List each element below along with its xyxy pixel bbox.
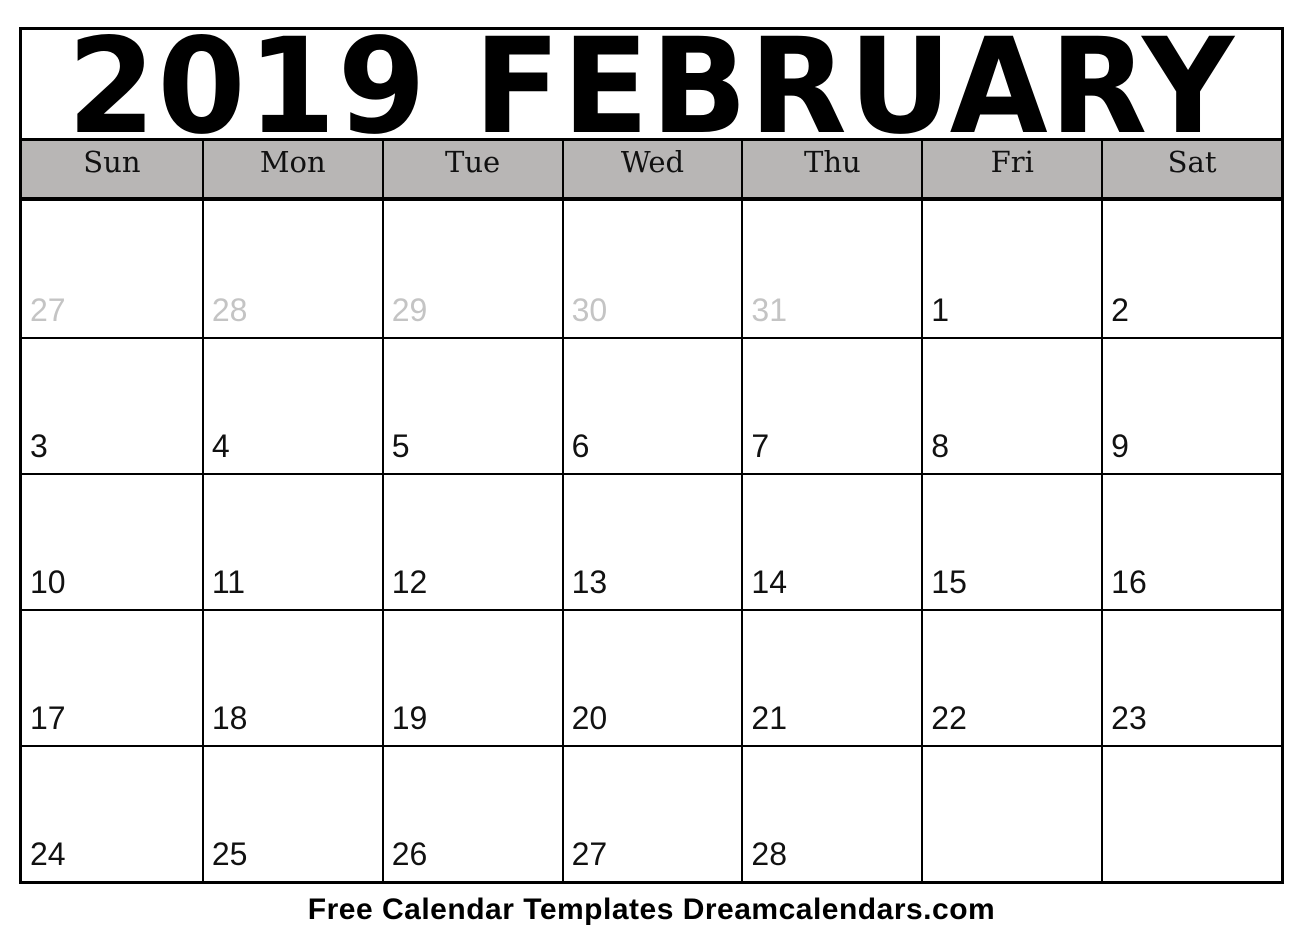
- day-cell: 19: [381, 609, 562, 745]
- day-cell: [921, 745, 1102, 881]
- day-cell: [1101, 745, 1281, 881]
- weekday-sat: Sat: [1101, 141, 1281, 197]
- day-number: 21: [751, 700, 788, 736]
- weekday-mon: Mon: [201, 141, 382, 197]
- day-number: 4: [211, 428, 230, 464]
- day-cell: 16: [1101, 473, 1281, 609]
- footer-credit: Free Calendar Templates Dreamcalendars.c…: [307, 893, 996, 926]
- day-number: 9: [1111, 428, 1129, 464]
- weekday-header: Sun Mon Tue Wed Thu Fri Sat: [22, 141, 1281, 201]
- day-number: 23: [1111, 700, 1147, 736]
- day-number: 26: [391, 836, 428, 872]
- day-number: 7: [751, 428, 770, 464]
- day-cell: 13: [561, 473, 742, 609]
- day-cell: 10: [22, 473, 202, 609]
- day-number: 27: [571, 836, 608, 872]
- day-number: 14: [751, 564, 788, 600]
- day-number: 17: [30, 700, 66, 736]
- day-cell: 18: [201, 609, 382, 745]
- day-cell: 29: [381, 201, 562, 337]
- day-number: 25: [211, 836, 248, 872]
- day-cell: 31: [741, 201, 921, 337]
- day-number: 18: [211, 700, 248, 736]
- day-cell: 21: [741, 609, 922, 745]
- day-cell: 27: [561, 745, 742, 881]
- day-cell: 11: [201, 473, 382, 609]
- day-number: 15: [931, 564, 967, 600]
- day-cell: 28: [741, 745, 922, 881]
- day-number: 8: [931, 428, 950, 464]
- weekday-fri: Fri: [921, 141, 1101, 197]
- day-cell: 2: [1101, 201, 1281, 337]
- weekday-sun: Sun: [83, 145, 141, 179]
- day-number: 22: [931, 700, 967, 736]
- day-cell: 14: [741, 473, 922, 609]
- day-cell: 1: [921, 201, 1101, 337]
- day-cell: 28: [201, 201, 382, 337]
- day-number: 19: [391, 700, 428, 736]
- calendar: 2019 FEBRUARY Sun Mon Tue Wed Thu Fri Sat 27 28…: [19, 21, 1284, 884]
- day-cell: 6: [561, 337, 742, 473]
- day-number: 16: [1111, 564, 1147, 600]
- weekday-thu: Thu: [741, 141, 921, 197]
- day-cell: 23: [1101, 609, 1281, 745]
- day-number: 20: [571, 700, 608, 736]
- title-text: 2019 FEBRUARY: [67, 21, 1236, 153]
- day-cell: 22: [921, 609, 1102, 745]
- day-number-other-month: 31: [751, 292, 788, 328]
- day-cell: 9: [1101, 337, 1281, 473]
- day-cell: 26: [381, 745, 562, 881]
- day-cell: 15: [921, 473, 1102, 609]
- day-number: 24: [30, 836, 66, 872]
- day-cell: 25: [201, 745, 382, 881]
- day-cell: 17: [22, 609, 202, 745]
- day-number: 10: [30, 564, 66, 600]
- weekday-tue: Tue: [381, 141, 562, 197]
- day-number-other-month: 30: [571, 292, 608, 328]
- day-cell: 24: [22, 745, 202, 881]
- day-cell: 7: [741, 337, 922, 473]
- day-number: 12: [391, 564, 428, 600]
- calendar-title: 2019 FEBRUARY: [22, 21, 1281, 153]
- weekday-wed: Wed: [561, 141, 742, 197]
- day-number: 11: [211, 564, 246, 600]
- day-number: 1: [931, 292, 950, 328]
- day-cell: 20: [561, 609, 742, 745]
- day-number: 5: [391, 428, 410, 464]
- day-number: 6: [571, 428, 590, 464]
- day-number: 13: [571, 564, 608, 600]
- day-cell: 8: [921, 337, 1102, 473]
- day-number: 2: [1111, 292, 1129, 328]
- day-cell: 27: [22, 201, 202, 337]
- day-cell: 12: [381, 473, 562, 609]
- day-cell: 3: [22, 337, 202, 473]
- day-cell: 5: [381, 337, 562, 473]
- day-grid: 27 28 29 30 31 1 2 3 4 5 6 7 8 9 10 11 12 13 14 15 16 17 18 19 2…: [22, 201, 1281, 881]
- day-number: 3: [30, 428, 48, 464]
- day-number-other-month: 28: [211, 292, 248, 328]
- day-cell: 30: [561, 201, 742, 337]
- day-number-other-month: 29: [391, 292, 428, 328]
- day-number: 28: [751, 836, 788, 872]
- day-number-other-month: 27: [30, 292, 66, 328]
- day-cell: 4: [201, 337, 382, 473]
